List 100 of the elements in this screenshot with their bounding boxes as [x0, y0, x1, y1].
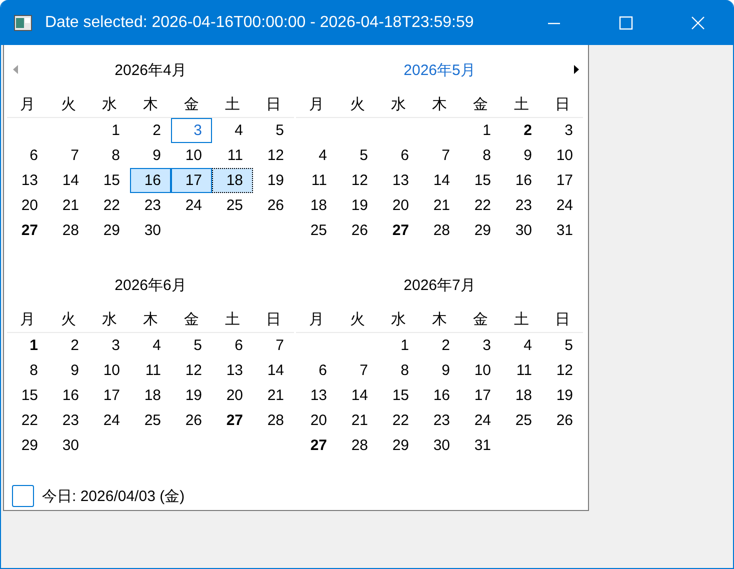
day-cell[interactable]: 25	[296, 218, 337, 243]
day-cell[interactable]: 12	[337, 168, 378, 193]
day-cell[interactable]: 21	[253, 383, 294, 408]
day-cell[interactable]: 9	[419, 358, 460, 383]
day-cell[interactable]: 30	[130, 218, 171, 243]
day-cell[interactable]: 15	[7, 383, 48, 408]
day-cell[interactable]: 11	[130, 358, 171, 383]
day-cell[interactable]: 22	[378, 408, 419, 433]
day-cell[interactable]: 14	[419, 168, 460, 193]
day-cell[interactable]: 2	[419, 333, 460, 358]
month-title[interactable]: 2026年4月	[110, 60, 190, 80]
close-icon[interactable]	[691, 16, 705, 30]
day-cell[interactable]: 27	[296, 433, 337, 458]
day-cell[interactable]: 31	[542, 218, 583, 243]
day-cell[interactable]: 16	[501, 168, 542, 193]
day-cell[interactable]: 22	[460, 193, 501, 218]
day-cell[interactable]: 29	[378, 433, 419, 458]
day-cell[interactable]: 1	[7, 333, 48, 358]
next-month-icon[interactable]	[574, 65, 579, 74]
day-cell[interactable]: 29	[89, 218, 130, 243]
day-cell[interactable]: 14	[48, 168, 89, 193]
day-cell[interactable]: 25	[501, 408, 542, 433]
day-cell[interactable]: 13	[212, 358, 253, 383]
day-cell[interactable]: 24	[171, 193, 212, 218]
day-cell[interactable]: 16	[130, 168, 171, 193]
day-cell[interactable]: 9	[130, 143, 171, 168]
day-cell[interactable]: 21	[419, 193, 460, 218]
day-cell[interactable]: 20	[378, 193, 419, 218]
day-cell[interactable]: 1	[89, 118, 130, 143]
day-cell[interactable]: 26	[171, 408, 212, 433]
day-cell[interactable]: 7	[48, 143, 89, 168]
month-title[interactable]: 2026年6月	[110, 276, 190, 294]
day-cell[interactable]: 30	[48, 433, 89, 458]
day-cell[interactable]: 17	[171, 168, 212, 193]
day-cell[interactable]: 8	[89, 143, 130, 168]
day-cell[interactable]: 20	[7, 193, 48, 218]
day-cell[interactable]: 4	[212, 118, 253, 143]
day-cell[interactable]: 24	[460, 408, 501, 433]
day-cell[interactable]: 16	[48, 383, 89, 408]
previous-month-icon[interactable]	[13, 65, 18, 74]
day-cell[interactable]: 5	[253, 118, 294, 143]
day-cell[interactable]: 28	[253, 408, 294, 433]
day-cell[interactable]: 5	[542, 333, 583, 358]
day-cell[interactable]: 12	[253, 143, 294, 168]
day-cell[interactable]: 13	[378, 168, 419, 193]
day-cell[interactable]: 23	[501, 193, 542, 218]
day-cell[interactable]: 20	[212, 383, 253, 408]
day-cell[interactable]: 7	[419, 143, 460, 168]
day-cell[interactable]: 15	[460, 168, 501, 193]
day-cell[interactable]: 2	[130, 118, 171, 143]
day-cell[interactable]: 14	[253, 358, 294, 383]
day-cell[interactable]: 27	[212, 408, 253, 433]
day-cell[interactable]: 19	[253, 168, 294, 193]
day-cell[interactable]: 25	[212, 193, 253, 218]
day-cell[interactable]: 2	[48, 333, 89, 358]
day-cell[interactable]: 10	[460, 358, 501, 383]
day-cell[interactable]: 13	[296, 383, 337, 408]
day-cell[interactable]: 15	[89, 168, 130, 193]
day-cell[interactable]: 19	[337, 193, 378, 218]
day-cell[interactable]: 1	[460, 118, 501, 143]
day-cell[interactable]: 30	[419, 433, 460, 458]
day-cell[interactable]: 18	[130, 383, 171, 408]
day-cell[interactable]: 26	[253, 193, 294, 218]
day-cell[interactable]: 3	[89, 333, 130, 358]
day-cell[interactable]: 7	[337, 358, 378, 383]
month-title[interactable]: 2026年5月	[400, 60, 480, 80]
day-cell[interactable]: 1	[378, 333, 419, 358]
day-cell[interactable]: 3	[542, 118, 583, 143]
day-cell[interactable]: 28	[337, 433, 378, 458]
day-cell[interactable]: 5	[337, 143, 378, 168]
day-cell[interactable]: 6	[7, 143, 48, 168]
day-cell[interactable]: 21	[48, 193, 89, 218]
day-cell[interactable]: 10	[89, 358, 130, 383]
day-cell[interactable]: 23	[130, 193, 171, 218]
day-cell[interactable]: 31	[460, 433, 501, 458]
day-cell[interactable]: 12	[542, 358, 583, 383]
maximize-icon[interactable]	[619, 16, 633, 30]
day-cell[interactable]: 8	[378, 358, 419, 383]
day-cell[interactable]: 4	[130, 333, 171, 358]
day-cell[interactable]: 9	[48, 358, 89, 383]
day-cell[interactable]: 18	[501, 383, 542, 408]
day-cell[interactable]: 3	[460, 333, 501, 358]
day-cell[interactable]: 21	[337, 408, 378, 433]
day-cell[interactable]: 10	[542, 143, 583, 168]
day-cell[interactable]: 29	[460, 218, 501, 243]
day-cell[interactable]: 11	[296, 168, 337, 193]
day-cell[interactable]: 28	[419, 218, 460, 243]
day-cell[interactable]: 6	[212, 333, 253, 358]
day-cell[interactable]: 4	[501, 333, 542, 358]
day-cell[interactable]: 14	[337, 383, 378, 408]
day-cell[interactable]: 15	[378, 383, 419, 408]
day-cell[interactable]: 10	[171, 143, 212, 168]
day-cell[interactable]: 19	[542, 383, 583, 408]
day-cell[interactable]: 18	[212, 168, 253, 193]
day-cell[interactable]: 23	[48, 408, 89, 433]
day-cell[interactable]: 7	[253, 333, 294, 358]
day-cell[interactable]: 6	[378, 143, 419, 168]
day-cell[interactable]: 27	[378, 218, 419, 243]
day-cell[interactable]: 29	[7, 433, 48, 458]
day-cell[interactable]: 8	[460, 143, 501, 168]
